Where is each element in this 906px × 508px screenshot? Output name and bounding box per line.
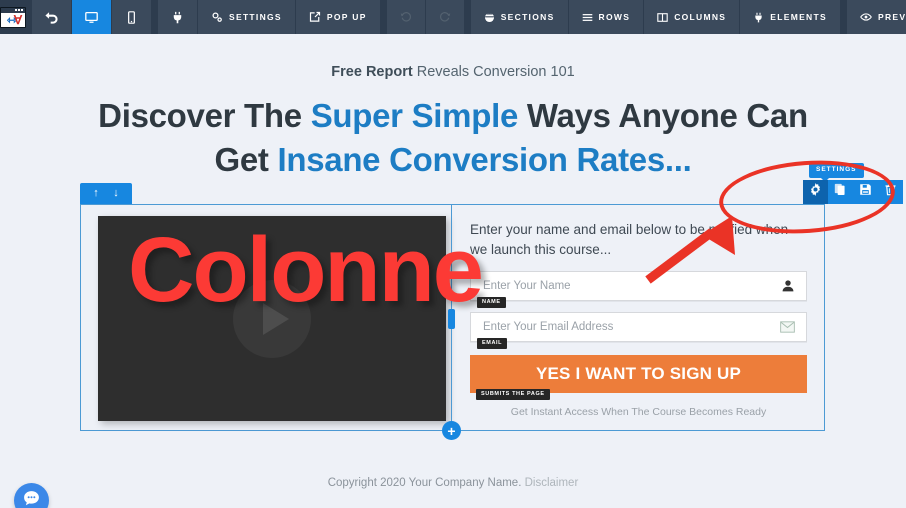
redo-icon: [439, 11, 451, 23]
back-arrow-icon: [45, 11, 58, 24]
optin-form-column: Enter your name and email below to be no…: [470, 220, 807, 418]
headline-l1-b: Ways Anyone Can: [518, 97, 808, 134]
move-up-button[interactable]: ↑: [87, 188, 105, 199]
form-subtext: Get Instant Access When The Course Becom…: [510, 405, 767, 418]
undo-icon: [400, 11, 412, 23]
duplicate-button[interactable]: [828, 180, 853, 204]
toolbar-elements-button[interactable]: [158, 0, 198, 34]
logo-glyph-right: ∀: [13, 12, 22, 27]
floppy-icon: [859, 183, 872, 201]
logo-glyph-left: ⇿: [6, 12, 17, 27]
columns-icon: [657, 12, 668, 23]
speech-bubble-icon: [22, 489, 41, 508]
signup-cta-button[interactable]: YES I WANT TO SIGN UP SUBMITS THE PAGE: [470, 354, 807, 400]
headline-l2-a: Get: [214, 140, 278, 178]
logo-dot: [15, 9, 17, 11]
headline-l2-highlight: Insane Conversion Rates...: [277, 140, 692, 178]
desktop-icon: [85, 11, 98, 24]
copy-icon: [834, 183, 847, 201]
envelope-icon: [780, 320, 795, 333]
video-placeholder[interactable]: [98, 216, 446, 421]
eye-icon: [860, 11, 872, 23]
settings-button-bar: [803, 180, 903, 204]
name-input-placeholder: Enter Your Name: [483, 279, 571, 292]
play-button[interactable]: [233, 279, 311, 358]
footer-copyright: Copyright 2020 Your Company Name.: [327, 477, 522, 489]
gears-icon: [211, 11, 223, 23]
page-footer: Copyright 2020 Your Company Name. Discla…: [0, 477, 906, 489]
pre-headline-rest: Reveals Conversion 101: [412, 64, 575, 80]
add-column-button[interactable]: +: [442, 421, 461, 440]
app-root: ⇿ ∀ SETTINGS POP UP SECTIONS ROWS COLUMN…: [0, 0, 906, 508]
trash-icon: [884, 183, 897, 201]
mobile-icon: [125, 10, 138, 24]
toolbar-back-button[interactable]: [32, 0, 72, 34]
toolbar-settings-label: SETTINGS: [229, 12, 282, 22]
delete-button[interactable]: [878, 180, 903, 204]
play-triangle-icon: [262, 302, 289, 335]
logo-window-icon: ⇿ ∀: [0, 6, 26, 28]
cta-badge: SUBMITS THE PAGE: [476, 389, 550, 400]
rows-icon: [582, 12, 593, 23]
page-headline: Discover The Super Simple Ways Anyone Ca…: [0, 94, 906, 181]
pre-headline: Free Report Reveals Conversion 101: [0, 64, 906, 80]
toolbar-undo-button[interactable]: [386, 0, 426, 34]
toolbar-redo-button[interactable]: [425, 0, 465, 34]
logo-dot: [18, 9, 20, 11]
globe-icon: [484, 12, 495, 23]
toolbar-left-group: SETTINGS POP UP: [32, 0, 465, 34]
logo-glyph: ⇿ ∀: [1, 13, 25, 27]
email-input-placeholder: Enter Your Email Address: [483, 320, 614, 333]
gear-icon: [809, 183, 822, 201]
save-button[interactable]: [853, 180, 878, 204]
signup-cta-label: YES I WANT TO SIGN UP: [535, 363, 742, 383]
headline-l1-highlight: Super Simple: [310, 97, 519, 134]
toolbar-settings-button[interactable]: SETTINGS: [198, 0, 296, 34]
pre-headline-bold: Free Report: [331, 64, 413, 80]
settings-tooltip: SETTINGS: [809, 163, 864, 181]
toolbar-sections-label: SECTIONS: [500, 12, 555, 22]
move-down-button[interactable]: ↓: [107, 188, 125, 199]
toolbar-elements-right-button[interactable]: ELEMENTS: [740, 0, 841, 34]
footer-disclaimer-link[interactable]: Disclaimer: [525, 477, 579, 489]
toolbar-right-group: SECTIONS ROWS COLUMNS ELEMENTS PREV: [470, 0, 906, 34]
person-icon: [781, 279, 795, 293]
toolbar-preview-button[interactable]: PREVIEW: [846, 0, 906, 34]
toolbar-mobile-view-button[interactable]: [112, 0, 152, 34]
name-field-badge: NAME: [477, 297, 506, 308]
toolbar-sections-button[interactable]: SECTIONS: [470, 0, 569, 34]
plug-icon: [171, 11, 184, 24]
app-logo[interactable]: ⇿ ∀: [0, 0, 26, 34]
headline-line-1: Discover The Super Simple Ways Anyone Ca…: [0, 94, 906, 138]
editor-row: ↑ ↓ + Enter your name and email below to…: [80, 163, 903, 440]
email-field-badge: EMAIL: [477, 338, 508, 349]
toolbar-popup-label: POP UP: [326, 12, 367, 22]
toolbar-preview-label: PREVIEW: [877, 12, 906, 22]
headline-line-2: Get Insane Conversion Rates...: [0, 138, 906, 182]
headline-l1-a: Discover The: [98, 97, 311, 134]
toolbar-elements-label: ELEMENTS: [770, 12, 827, 22]
top-toolbar: ⇿ ∀ SETTINGS POP UP SECTIONS ROWS COLUMN…: [0, 0, 906, 34]
logo-dot: [21, 9, 23, 11]
form-lead-text: Enter your name and email below to be no…: [470, 222, 789, 257]
toolbar-popup-button[interactable]: POP UP: [295, 0, 381, 34]
gear-settings-button[interactable]: [803, 180, 828, 204]
column-divider: [448, 204, 455, 431]
toolbar-rows-button[interactable]: ROWS: [568, 0, 645, 34]
toolbar-rows-label: ROWS: [598, 12, 631, 22]
toolbar-columns-label: COLUMNS: [674, 12, 727, 22]
toolbar-columns-button[interactable]: COLUMNS: [644, 0, 741, 34]
name-input[interactable]: Enter Your Name NAME: [470, 270, 807, 308]
plug-icon: [753, 12, 764, 23]
row-move-controls: ↑ ↓: [80, 183, 132, 204]
popup-icon: [309, 11, 321, 23]
page-canvas: Free Report Reveals Conversion 101 Disco…: [0, 34, 906, 508]
column-resize-handle[interactable]: [448, 309, 455, 329]
toolbar-desktop-view-button[interactable]: [72, 0, 112, 34]
email-input[interactable]: Enter Your Email Address EMAIL: [470, 311, 807, 349]
